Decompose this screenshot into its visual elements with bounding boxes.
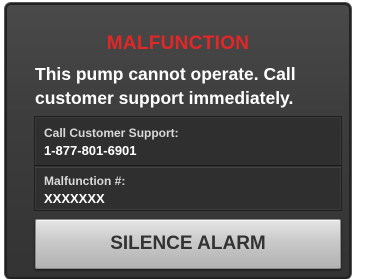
silence-alarm-button[interactable]: SILENCE ALARM [35,219,341,269]
alert-message-line-2: customer support immediately. [35,88,294,108]
alert-title: MALFUNCTION [106,33,250,54]
support-label: Call Customer Support: [44,126,179,140]
support-row: Call Customer Support: 1-877-801-6901 [35,117,341,166]
malfunction-code: XXXXXXX [44,191,105,206]
malfunction-alert-screen: MALFUNCTION This pump cannot operate. Ca… [5,3,351,279]
malfunction-row: Malfunction #: XXXXXXX [35,167,341,211]
alert-message-line-1: This pump cannot operate. Call [35,64,296,84]
alert-message: This pump cannot operate. Call customer … [35,62,335,110]
support-phone: 1-877-801-6901 [44,143,137,158]
malfunction-label: Malfunction #: [44,174,126,188]
info-panel: Call Customer Support: 1-877-801-6901 Ma… [34,116,342,211]
